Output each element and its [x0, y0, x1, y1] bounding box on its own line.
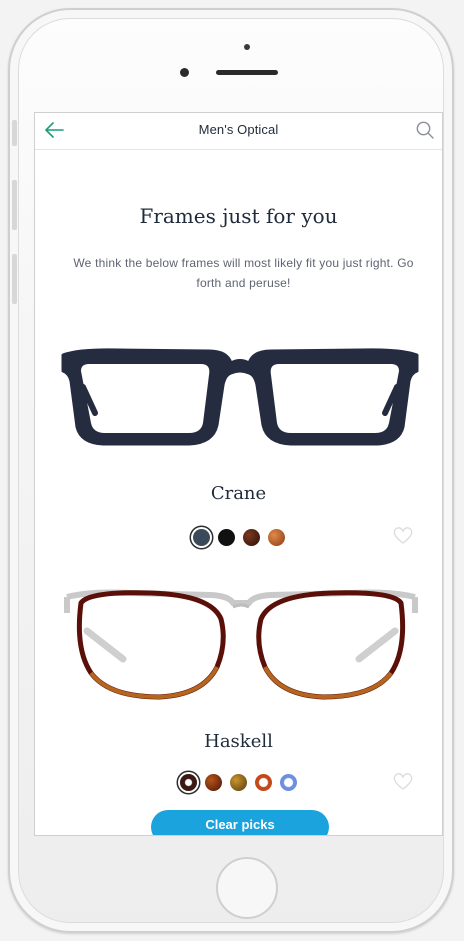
- heart-icon[interactable]: [392, 525, 414, 545]
- volume-down-button: [12, 254, 17, 304]
- clear-picks-button[interactable]: Clear picks: [151, 810, 329, 835]
- search-button[interactable]: [414, 119, 436, 141]
- swatch-2[interactable]: [205, 774, 222, 791]
- swatch-4[interactable]: [267, 529, 285, 546]
- nav-bar: Men's Optical: [35, 113, 442, 150]
- page-title: Men's Optical: [198, 122, 279, 137]
- swatch-4[interactable]: [255, 774, 272, 791]
- front-camera: [180, 68, 189, 77]
- frame-name[interactable]: Haskell: [35, 731, 442, 752]
- proximity-sensor: [244, 44, 250, 50]
- hero-subtitle: We think the below frames will most like…: [73, 256, 414, 290]
- swatch-3[interactable]: [230, 774, 247, 791]
- search-icon: [416, 121, 434, 139]
- hero-title: Frames just for you: [139, 204, 338, 228]
- swatch-3[interactable]: [242, 529, 260, 546]
- heart-icon[interactable]: [392, 771, 414, 791]
- swatch-1[interactable]: [192, 529, 210, 546]
- volume-up-button: [12, 180, 17, 230]
- earpiece-speaker: [216, 70, 278, 75]
- swatch-5[interactable]: [280, 774, 297, 791]
- color-swatches: [35, 529, 442, 546]
- ringer-switch: [12, 120, 17, 146]
- swatch-2[interactable]: [217, 529, 235, 546]
- haskell-frame-image[interactable]: [61, 583, 421, 703]
- home-button[interactable]: [216, 857, 278, 919]
- crane-frame-image[interactable]: [59, 341, 421, 451]
- frame-name[interactable]: Crane: [35, 483, 442, 504]
- app-screen: Men's Optical Frames just for you We thi…: [34, 112, 443, 836]
- swatch-1[interactable]: [180, 774, 197, 791]
- color-swatches: [35, 774, 442, 791]
